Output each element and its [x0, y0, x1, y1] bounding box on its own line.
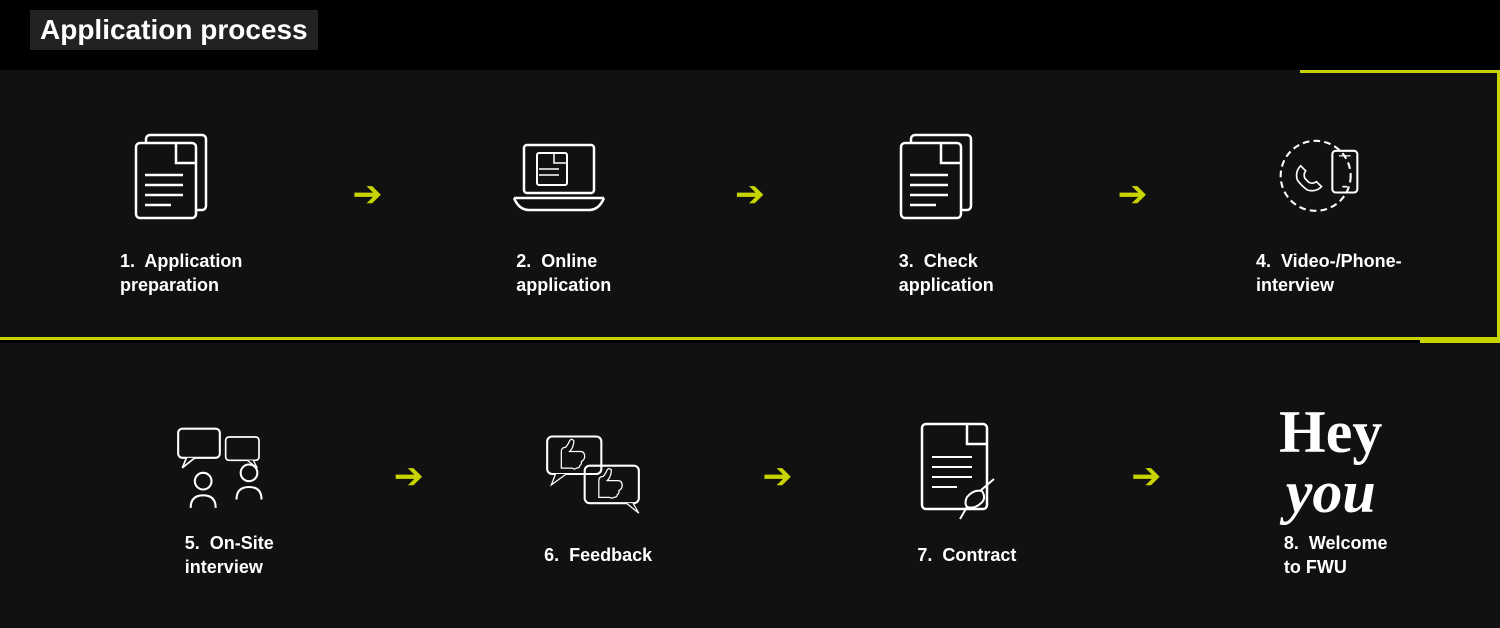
contract-icon	[912, 414, 1012, 534]
step-7: 7. Contract	[793, 404, 1132, 567]
arrow-4: ➔	[394, 455, 424, 497]
step-1-label: 1. Applicationpreparation	[110, 250, 242, 297]
step-4: 4. Video-/Phone-interview	[1148, 110, 1500, 297]
feedback-icon	[543, 414, 643, 534]
step-1: 1. Applicationpreparation	[0, 110, 352, 297]
bottom-right-border	[1420, 340, 1500, 343]
arrow-1: ➔	[352, 173, 382, 215]
arrow-5: ➔	[762, 455, 792, 497]
document-icon	[126, 120, 226, 240]
interview-icon	[174, 402, 274, 522]
bottom-row: 5. On-Siteinterview ➔ 6. Feedback ➔	[0, 343, 1500, 628]
step-8: Hey you 8. Welcometo FWU	[1161, 392, 1500, 579]
step-2: 2. Onlineapplication	[383, 110, 735, 297]
step-6-label: 6. Feedback	[534, 544, 652, 567]
phone-video-icon	[1274, 120, 1374, 240]
step-6: 6. Feedback	[424, 404, 763, 567]
arrow-3: ➔	[1117, 173, 1147, 215]
step-4-label: 4. Video-/Phone-interview	[1246, 250, 1402, 297]
hey-you-text: Hey you	[1279, 402, 1382, 522]
welcome-icon: Hey you	[1281, 402, 1381, 522]
laptop-icon	[509, 120, 609, 240]
top-row: 1. Applicationpreparation ➔ 2. Onlineapp…	[0, 70, 1500, 340]
arrow-2: ➔	[735, 173, 765, 215]
step-8-label: 8. Welcometo FWU	[1274, 532, 1388, 579]
step-7-label: 7. Contract	[907, 544, 1016, 567]
page-title: Application process	[30, 10, 318, 50]
step-5: 5. On-Siteinterview	[0, 392, 394, 579]
document-check-icon	[891, 120, 991, 240]
bracket-right	[1460, 70, 1500, 337]
step-3-label: 3. Checkapplication	[889, 250, 994, 297]
top-right-border	[1420, 70, 1500, 73]
step-2-label: 2. Onlineapplication	[506, 250, 611, 297]
arrow-6: ➔	[1131, 455, 1161, 497]
step-3: 3. Checkapplication	[765, 110, 1117, 297]
step-5-label: 5. On-Siteinterview	[175, 532, 274, 579]
